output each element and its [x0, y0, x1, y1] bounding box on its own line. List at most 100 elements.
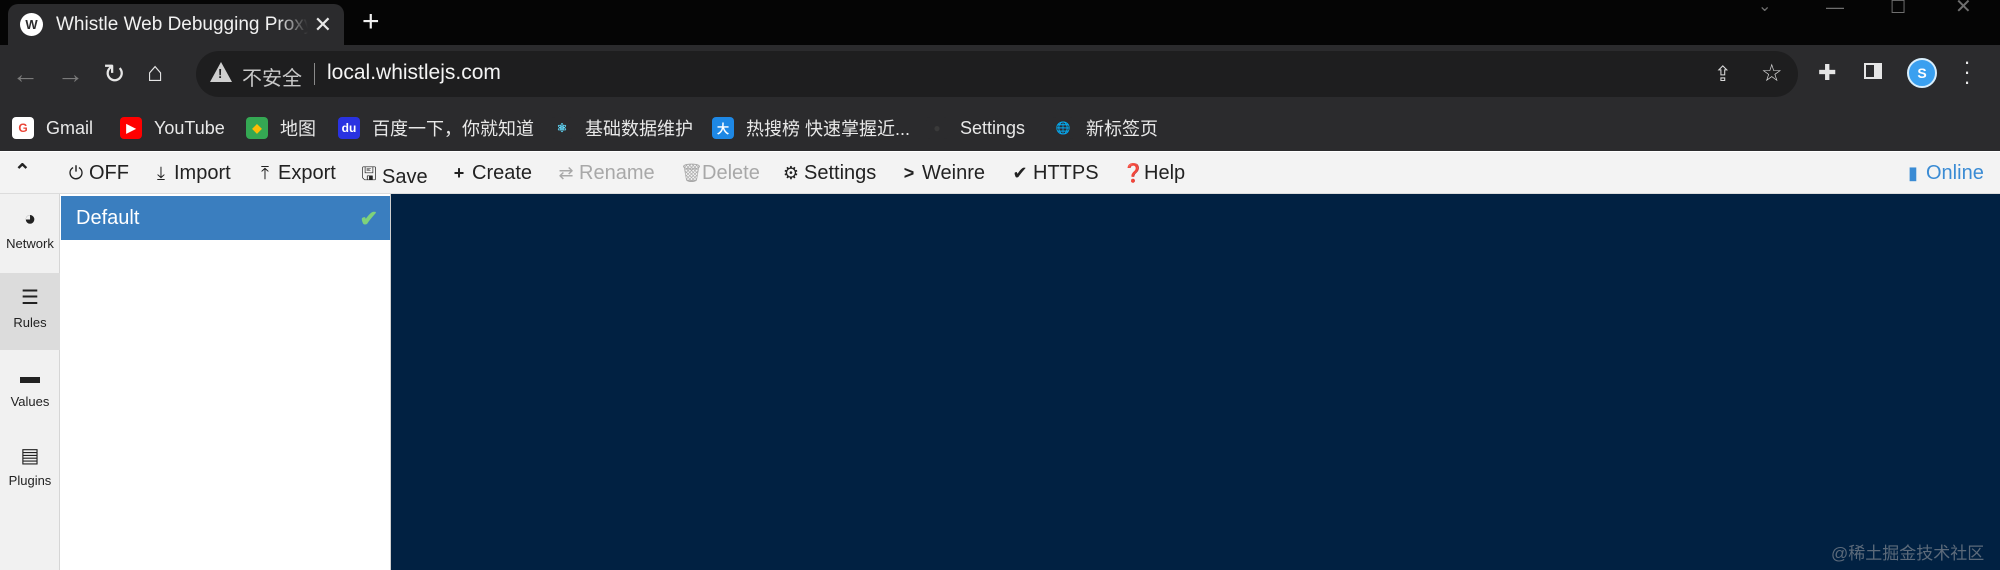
weinre-label: Weinre — [922, 162, 985, 184]
bookmark-item[interactable]: 🌐 新标签页 — [1052, 115, 1158, 141]
rule-name: Default — [76, 206, 140, 229]
create-button[interactable]: + Create — [450, 162, 532, 185]
bookmark-label: Settings — [960, 117, 1026, 138]
bookmark-label: 热搜榜 快速掌握近... — [746, 119, 911, 139]
whistle-favicon-icon: W — [20, 13, 43, 36]
off-button[interactable]: ⏻ OFF — [67, 162, 129, 185]
help-button[interactable]: ❓ Help — [1122, 162, 1185, 185]
globe-icon: 🌐 — [1052, 117, 1074, 139]
bookmark-label: 地图 — [280, 119, 316, 139]
profile-avatar[interactable]: S — [1907, 58, 1937, 88]
rename-arrows-icon: ⇄ — [558, 163, 574, 183]
https-label: HTTPS — [1033, 162, 1099, 184]
window-close-icon[interactable]: ✕ — [1955, 0, 1972, 17]
warning-icon[interactable]: ! — [210, 62, 232, 82]
online-label: Online — [1926, 162, 1984, 184]
plugin-icon: ▤ — [20, 445, 40, 467]
help-label: Help — [1144, 162, 1186, 184]
tab-search-icon[interactable]: ⌄ — [1758, 0, 1771, 15]
nav-network-label: Network — [6, 236, 54, 251]
nav-rules[interactable]: ☰ Rules — [0, 273, 60, 350]
bookmark-label: YouTube — [154, 117, 225, 138]
trash-icon: 🗑 — [680, 163, 703, 183]
baidu-icon: du — [338, 117, 360, 139]
bookmark-item[interactable]: ▶ YouTube — [120, 115, 225, 141]
browser-tab[interactable]: W Whistle Web Debugging Proxy ✕ — [8, 4, 344, 45]
bookmark-item[interactable]: G Gmail — [12, 115, 93, 141]
back-arrow-icon[interactable]: ← — [12, 58, 39, 90]
extensions-puzzle-icon[interactable]: ✚ — [1818, 60, 1836, 86]
bookmark-label: 百度一下，你就知道 — [372, 119, 534, 139]
reload-icon[interactable]: ↻ — [103, 58, 126, 90]
bookmark-label: 基础数据维护 — [585, 119, 693, 139]
bookmark-item[interactable]: 大热搜榜 快速掌握近... — [712, 115, 910, 141]
tab-title: Whistle Web Debugging Proxy — [56, 13, 308, 35]
da-icon: 大 — [712, 117, 734, 139]
youtube-icon: ▶ — [120, 117, 142, 139]
bookmark-item[interactable]: ● Settings — [926, 115, 1025, 141]
save-button[interactable]: 🖫 Save — [360, 162, 428, 192]
export-button[interactable]: ⤒ Export — [256, 162, 336, 185]
delete-button[interactable]: 🗑 Delete — [680, 162, 760, 185]
bookmarks-bar: G Gmail ▶ YouTube ◆ 地图 du 百度一下，你就知道 ⚛ 基础数据维护大热搜榜 … — [0, 105, 2000, 151]
save-label: Save — [382, 165, 428, 188]
maximize-icon[interactable]: ☐ — [1890, 0, 1906, 16]
import-button[interactable]: ⤓ Import — [152, 162, 231, 185]
react-icon: ⚛ — [551, 117, 573, 139]
bookmark-star-icon[interactable]: ☆ — [1761, 59, 1783, 88]
save-icon: 🖫 — [361, 164, 377, 184]
settings-label: Settings — [804, 162, 877, 184]
rename-label: Rename — [579, 162, 655, 184]
check-icon: ✔ — [359, 206, 378, 231]
nav-rules-label: Rules — [13, 315, 47, 330]
omnibox[interactable]: ! 不安全 local.whistlejs.com ⇪ ☆ — [196, 51, 1798, 97]
nav-values[interactable]: ▬ Values — [0, 352, 60, 429]
gmail-icon: G — [12, 117, 34, 139]
power-icon: ⏻ — [68, 163, 84, 183]
bookmark-item[interactable]: ◆ 地图 — [246, 115, 316, 141]
nav-network[interactable]: ◕ Network — [0, 194, 60, 271]
new-tab-button[interactable]: + — [362, 5, 380, 39]
rename-button[interactable]: ⇄ Rename — [557, 162, 655, 185]
settings-button[interactable]: ⚙ Settings — [782, 162, 876, 185]
bookmark-item[interactable]: ⚛ 基础数据维护 — [551, 115, 693, 141]
folder-icon: ▬ — [20, 366, 40, 388]
https-button[interactable]: ✔ HTTPS — [1011, 162, 1099, 185]
export-label: Export — [278, 162, 336, 184]
list-item[interactable]: Default ✔ — [61, 196, 390, 240]
bookmark-label: 新标签页 — [1086, 119, 1158, 139]
bar-chart-icon: ▮ — [1908, 163, 1918, 183]
watermark: @稀土掘金技术社区 — [1831, 544, 1985, 563]
bookmark-item[interactable]: du 百度一下，你就知道 — [338, 115, 534, 141]
minimize-icon[interactable]: — — [1826, 0, 1844, 16]
question-circle-icon: ❓ — [1122, 163, 1145, 183]
online-button[interactable]: ▮ Online — [1904, 162, 1984, 185]
maps-icon: ◆ — [246, 117, 268, 139]
whistle-side-nav: ◕ Network ☰ Rules ▬ Values ▤ Plugins — [0, 194, 60, 570]
create-label: Create — [472, 162, 533, 184]
rules-editor[interactable] — [391, 194, 2000, 570]
off-label: OFF — [89, 162, 129, 184]
security-label[interactable]: 不安全 — [242, 62, 302, 91]
gear-icon: ⚙ — [782, 163, 800, 183]
weinre-button[interactable]: > Weinre — [900, 162, 985, 185]
address-bar-row: ← → ↻ ⌂ ! 不安全 local.whistlejs.com ⇪ ☆ ✚ … — [0, 45, 2000, 105]
kebab-menu-icon[interactable]: · · · — [1960, 51, 1974, 93]
tab-strip: W Whistle Web Debugging Proxy ✕ + ⌄ — ☐ … — [0, 0, 2000, 45]
github-icon: ● — [926, 117, 948, 139]
rules-list: Default ✔ — [61, 194, 391, 570]
home-icon[interactable]: ⌂ — [147, 56, 163, 88]
nav-values-label: Values — [10, 394, 50, 409]
tab-close-icon[interactable]: ✕ — [314, 13, 332, 36]
whistle-toolbar: ⌃ ⏻ OFF ⤓ Import ⤒ Export 🖫 Save + Creat… — [0, 152, 2000, 194]
check-icon: ✔ — [1012, 163, 1028, 183]
import-icon: ⤓ — [157, 163, 165, 183]
list-icon: ☰ — [21, 287, 39, 309]
nav-plugins[interactable]: ▤ Plugins — [0, 431, 60, 508]
share-icon[interactable]: ⇪ — [1714, 62, 1732, 87]
collapse-chevron-icon[interactable]: ⌃ — [14, 159, 31, 184]
forward-arrow-icon[interactable]: → — [57, 58, 84, 90]
url-text[interactable]: local.whistlejs.com — [327, 61, 501, 85]
side-panel-icon[interactable] — [1864, 63, 1882, 79]
omnibox-divider — [314, 63, 315, 85]
